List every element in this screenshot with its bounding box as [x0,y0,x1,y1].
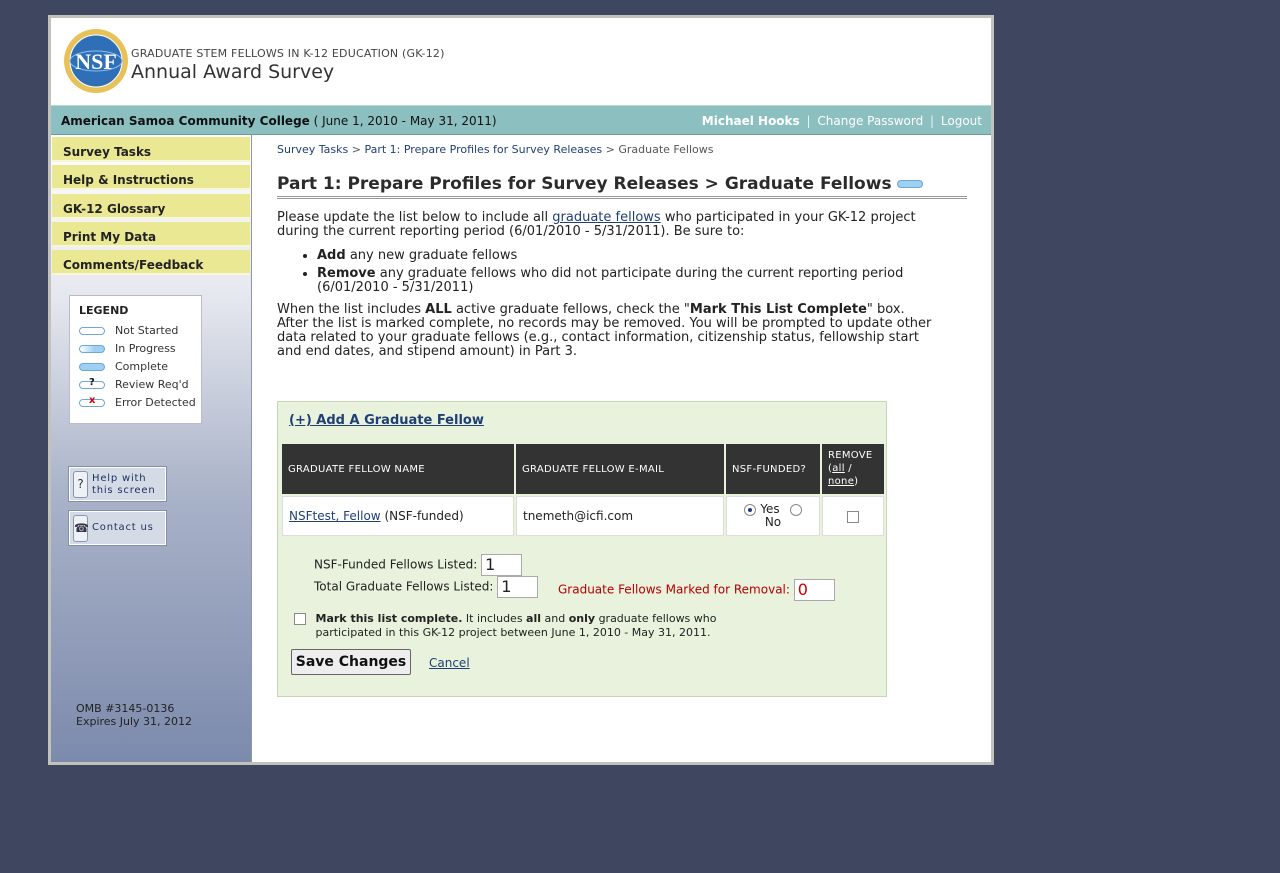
in-progress-icon [79,345,105,353]
error-icon: x [79,395,105,407]
separator: | [806,114,811,128]
graduate-fellows-link[interactable]: graduate fellows [552,210,660,225]
col-email: GRADUATE FELLOW E-MAIL [516,444,724,494]
header: NSF GRADUATE STEM FELLOWS IN K-12 EDUCAT… [51,18,991,104]
breadcrumb-survey-tasks[interactable]: Survey Tasks [277,143,348,156]
table-header: GRADUATE FELLOW NAME GRADUATE FELLOW E-M… [282,444,884,494]
user-bar: Michael Hooks | Change Password | Logout [702,114,982,128]
mark-complete-row: Mark this list complete. It includes all… [294,612,717,640]
fellows-panel: (+) Add A Graduate Fellow GRADUATE FELLO… [277,401,887,697]
mark-complete-label: Mark this list complete. It includes all… [315,612,717,639]
help-screen-label: Help with this screen [92,473,156,496]
legend: LEGEND Not Started In Progress Complete … [69,295,202,424]
instruction-list: Add any new graduate fellows Remove any … [277,249,967,295]
fellow-funded-cell: Yes No [726,496,820,536]
breadcrumb-current: Graduate Fellows [618,143,714,156]
review-icon: ? [79,377,105,389]
sidebar: Survey Tasks Help & Instructions GK-12 G… [51,135,252,762]
nsf-logo-icon: NSF [64,29,128,93]
college-info: American Samoa Community College ( June … [61,114,497,128]
remove-checkbox[interactable] [847,510,859,523]
nav-survey-tasks[interactable]: Survey Tasks [52,137,250,162]
not-started-icon [79,327,105,335]
header-subtitle: GRADUATE STEM FELLOWS IN K-12 EDUCATION … [131,47,445,60]
breadcrumb-part1[interactable]: Part 1: Prepare Profiles for Survey Rele… [364,143,602,156]
legend-in-progress: In Progress [79,342,176,355]
top-bar: American Samoa Community College ( June … [51,105,991,135]
complete-icon [79,363,105,371]
list-item: Add any new graduate fellows [317,249,967,263]
change-password-link[interactable]: Change Password [817,114,923,128]
nav-print-my-data[interactable]: Print My Data [52,222,250,247]
legend-error: x Error Detected [79,395,196,409]
nav-comments-feedback[interactable]: Comments/Feedback [52,250,250,275]
svg-text:NSF: NSF [75,49,117,74]
nav-help-instructions[interactable]: Help & Instructions [52,165,250,190]
phone-icon: ☎ [73,515,89,542]
total-fellows-count-field[interactable]: 1 [497,576,539,598]
intro-text: Please update the list below to include … [277,210,916,239]
completion-instructions: When the list includes ALL active gradua… [277,302,932,359]
fellow-name-link[interactable]: NSFtest, Fellow [289,509,381,523]
funded-yes-radio[interactable] [744,503,757,516]
contact-us-label: Contact us [92,522,154,533]
reporting-period: ( June 1, 2010 - May 31, 2011) [313,114,497,128]
col-funded: NSF-FUNDED? [726,444,820,494]
omb-info: OMB #3145-0136 Expires July 31, 2012 [76,702,193,728]
table-row: NSFtest, Fellow (NSF-funded) tnemeth@icf… [282,496,884,536]
fellows-table: GRADUATE FELLOW NAME GRADUATE FELLOW E-M… [280,442,886,538]
cancel-link[interactable]: Cancel [429,656,470,670]
header-title: Annual Award Survey [131,61,335,83]
legend-review: ? Review Req'd [79,377,189,391]
page-title: Part 1: Prepare Profiles for Survey Rele… [277,174,967,199]
breadcrumb: Survey Tasks > Part 1: Prepare Profiles … [277,143,714,156]
nsf-funded-count-field[interactable]: 1 [481,554,523,576]
user-name: Michael Hooks [701,114,800,128]
add-fellow-link[interactable]: (+) Add A Graduate Fellow [289,413,484,428]
fellow-name-cell: NSFtest, Fellow (NSF-funded) [282,496,514,536]
col-name: GRADUATE FELLOW NAME [282,444,514,494]
col-remove: REMOVE (all / none) [822,444,884,494]
total-fellows-count: Total Graduate Fellows Listed: 1 [314,576,539,598]
contact-us-button[interactable]: ☎ Contact us [69,511,166,545]
list-item: Remove any graduate fellows who did not … [317,267,967,295]
app-frame: NSF GRADUATE STEM FELLOWS IN K-12 EDUCAT… [48,15,994,765]
fellow-remove-cell [822,496,884,536]
funded-no-radio[interactable] [789,503,802,516]
save-changes-button[interactable]: Save Changes [291,649,411,675]
fellow-email-cell: tnemeth@icfi.com [516,496,724,536]
nsf-funded-count: NSF-Funded Fellows Listed: 1 [314,554,523,576]
logout-link[interactable]: Logout [941,114,982,128]
legend-complete: Complete [79,360,168,373]
help-icon: ? [73,471,88,498]
help-screen-button[interactable]: ? Help with this screen [69,467,166,501]
main-content: Survey Tasks > Part 1: Prepare Profiles … [277,143,967,697]
legend-not-started: Not Started [79,324,178,337]
college-name: American Samoa Community College [61,114,310,128]
mark-complete-checkbox[interactable] [294,613,306,625]
complete-status-icon [896,180,923,188]
select-none-link[interactable]: none [828,476,854,487]
legend-title: LEGEND [79,304,129,317]
removal-count-field[interactable]: 0 [793,579,835,601]
removal-count: Graduate Fellows Marked for Removal: 0 [558,579,835,601]
nav-glossary[interactable]: GK-12 Glossary [52,194,250,219]
separator: | [930,114,935,128]
select-all-link[interactable]: all [832,463,845,474]
